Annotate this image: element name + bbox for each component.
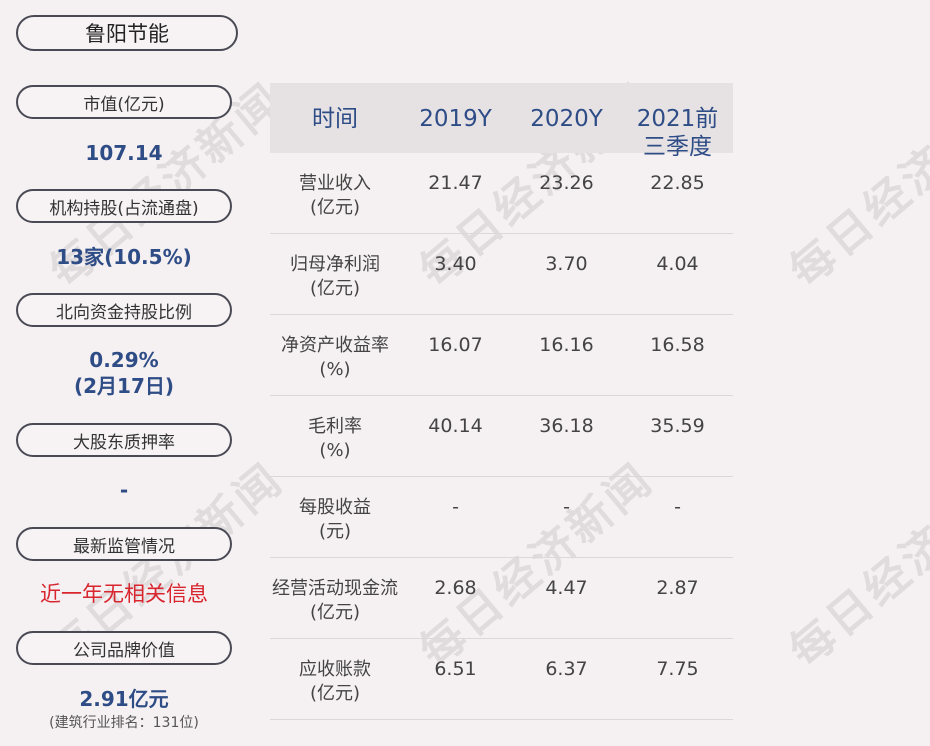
company-name: 鲁阳节能 [16,15,238,51]
brand-value-rank: (建筑行业排名：131位) [49,715,199,731]
table-row: 经营活动现金流 (亿元) 2.68 4.47 2.87 [270,558,733,639]
table-cell: - [452,496,459,518]
row-label: 归母净利润 (亿元) [270,234,400,314]
northbound-ratio-date: (2月17日) [73,374,175,398]
table-cell: 2.68 [434,577,477,599]
table-cell: 6.51 [434,658,477,680]
brand-value-value: 2.91亿元 [79,687,169,711]
table-row: 营业收入 (亿元) 21.47 23.26 22.85 [270,153,733,234]
table-cell: 4.47 [545,577,588,599]
table-cell: 3.70 [545,253,588,275]
row-label-name: 应收账款 [299,659,371,680]
institutional-holding-value: 13家(10.5%) [56,245,192,269]
table-cell: 3.40 [434,253,477,275]
table-cell: - [674,496,681,518]
table-cell: 6.37 [545,658,588,680]
table-cell: 22.85 [650,172,705,194]
row-label-unit: (%) [319,440,351,461]
row-label-unit: (%) [319,359,351,380]
regulation-label: 最新监管情况 [16,527,232,561]
northbound-ratio-value: 0.29% [89,348,159,372]
regulation-value: 近一年无相关信息 [40,582,208,606]
row-label-unit: (元) [318,521,352,542]
market-cap-value: 107.14 [85,141,163,165]
row-label-unit: (亿元) [309,683,361,704]
row-label: 每股收益 (元) [270,477,400,557]
pledge-rate-label: 大股东质押率 [16,423,232,457]
table-row: 每股收益 (元) - - - [270,477,733,558]
watermark: 每日经济新闻 [780,453,930,678]
table-cell: 4.04 [656,253,699,275]
row-label: 应收账款 (亿元) [270,639,400,719]
table-cell: 16.07 [428,334,483,356]
market-cap-label: 市值(亿元) [16,85,232,119]
row-label-unit: (亿元) [309,278,361,299]
northbound-ratio-label: 北向资金持股比例 [16,293,232,327]
row-label-unit: (亿元) [309,602,361,623]
pledge-rate-value: - [119,478,129,502]
brand-value-label: 公司品牌价值 [16,631,232,665]
table-row: 应收账款 (亿元) 6.51 6.37 7.75 [270,639,733,720]
table-body: 营业收入 (亿元) 21.47 23.26 22.85 归母净利润 (亿元) 3.40 3.70… [270,153,733,720]
row-label-name: 毛利率 [308,416,362,437]
institutional-holding-label: 机构持股(占流通盘) [16,189,232,223]
watermark: 每日经济新闻 [780,73,930,298]
table-cell: 2.87 [656,577,699,599]
row-label: 净资产收益率 (%) [270,315,400,395]
header-2021q3: 2021前三季度 [636,106,719,160]
table-row: 归母净利润 (亿元) 3.40 3.70 4.04 [270,234,733,315]
row-label-name: 经营活动现金流 [272,578,398,599]
table-cell: 16.16 [539,334,594,356]
header-2020: 2020Y [530,106,603,132]
row-label: 毛利率 (%) [270,396,400,476]
header-time: 时间 [312,106,358,132]
row-label-name: 每股收益 [299,497,371,518]
header-2019: 2019Y [419,106,492,132]
table-cell: - [563,496,570,518]
table-row: 净资产收益率 (%) 16.07 16.16 16.58 [270,315,733,396]
table-row: 毛利率 (%) 40.14 36.18 35.59 [270,396,733,477]
row-label: 营业收入 (亿元) [270,153,400,233]
row-label-unit: (亿元) [309,197,361,218]
table-cell: 21.47 [428,172,483,194]
table-cell: 7.75 [656,658,699,680]
row-label-name: 归母净利润 [290,254,380,275]
table-cell: 35.59 [650,415,705,437]
row-label: 经营活动现金流 (亿元) [270,558,400,638]
table-cell: 40.14 [428,415,483,437]
table-header: 时间 2019Y 2020Y 2021前三季度 [270,83,733,160]
table-cell: 23.26 [539,172,594,194]
table-cell: 16.58 [650,334,705,356]
financial-table: 时间 2019Y 2020Y 2021前三季度 营业收入 (亿元) 21.47 23.… [270,83,733,720]
row-label-name: 营业收入 [299,173,371,194]
table-cell: 36.18 [539,415,594,437]
row-label-name: 净资产收益率 [281,335,389,356]
